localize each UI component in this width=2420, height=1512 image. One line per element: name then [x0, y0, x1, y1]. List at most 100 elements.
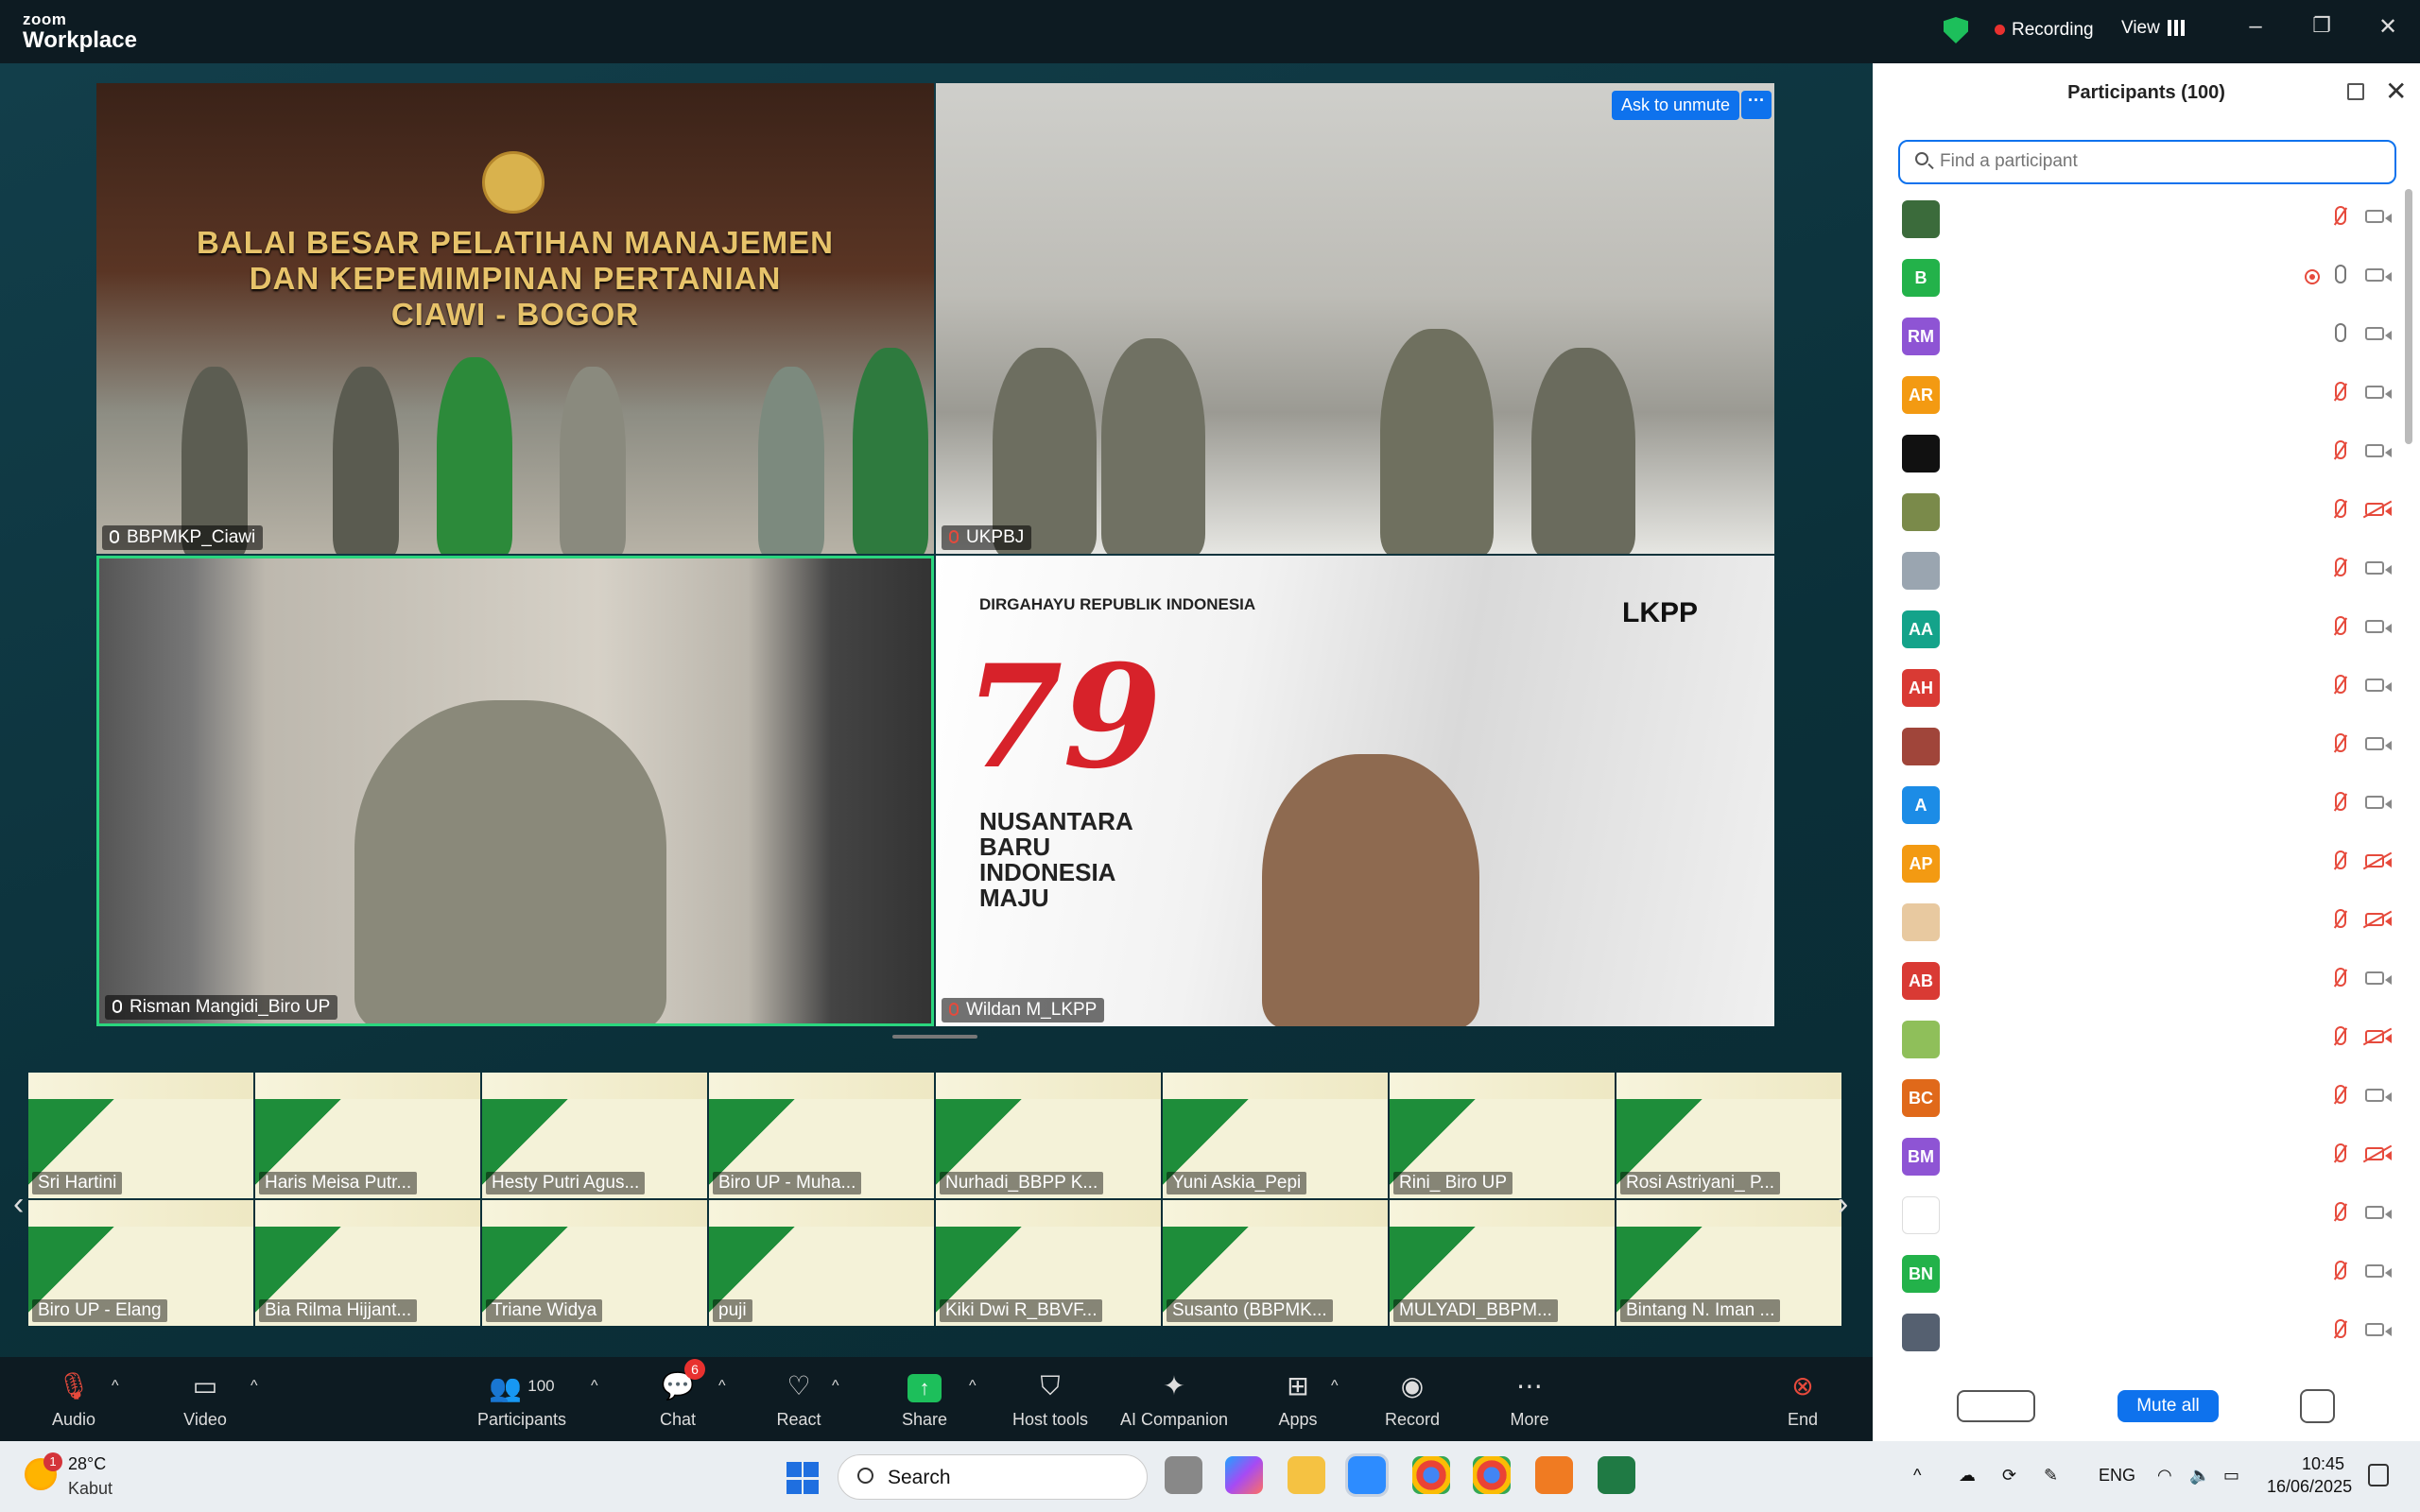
- volume-icon[interactable]: 🔈: [2189, 1466, 2210, 1486]
- muted-mic-icon[interactable]: [2335, 733, 2346, 752]
- taskbar-search[interactable]: Search: [838, 1454, 1148, 1500]
- participant-search[interactable]: [1898, 140, 2396, 184]
- thumbnail[interactable]: Kiki Dwi R_BBVF...: [936, 1200, 1161, 1326]
- participant-row[interactable]: AP Andini_BRMP Pascapanen: [1898, 833, 2396, 892]
- tray-sync-icon[interactable]: ⟳: [2002, 1466, 2016, 1486]
- video-camera-icon[interactable]: [2365, 1089, 2392, 1102]
- video-tile-ukpbj[interactable]: UKPBJ: [936, 83, 1774, 554]
- thumbnail[interactable]: Bia Rilma Hijjant...: [255, 1200, 480, 1326]
- muted-mic-icon[interactable]: [2335, 792, 2346, 811]
- share-options-chevron-icon[interactable]: ^: [969, 1378, 977, 1395]
- participant-search-input[interactable]: [1940, 151, 2375, 172]
- language-indicator[interactable]: ENG: [2099, 1466, 2135, 1486]
- gallery-prev-arrow-icon[interactable]: ‹: [13, 1186, 24, 1223]
- video-camera-icon[interactable]: [2365, 971, 2392, 985]
- more-button[interactable]: ⋯ More: [1473, 1370, 1586, 1430]
- participant-row[interactable]: RM Risman Mangidi_Biro UP: [1898, 306, 2396, 365]
- muted-mic-icon[interactable]: [2335, 850, 2346, 869]
- view-button[interactable]: View: [2121, 18, 2160, 39]
- video-off-icon[interactable]: [2365, 854, 2392, 868]
- file-explorer-icon[interactable]: [1288, 1456, 1325, 1494]
- close-window-button[interactable]: ✕: [2369, 13, 2407, 41]
- participant-row[interactable]: Aprilia Mediawaty/BRMPRB: [1898, 1009, 2396, 1068]
- maximize-button[interactable]: ❐: [2303, 13, 2341, 38]
- host-tools-button[interactable]: ⛉ Host tools: [994, 1370, 1107, 1430]
- video-off-icon[interactable]: [2365, 1147, 2392, 1160]
- muted-mic-icon[interactable]: [2335, 675, 2346, 694]
- muted-mic-icon[interactable]: [2335, 382, 2346, 401]
- video-camera-icon[interactable]: [2365, 444, 2392, 457]
- video-camera-icon[interactable]: [2365, 679, 2392, 692]
- end-button[interactable]: ⊗ End: [1746, 1370, 1859, 1430]
- wifi-icon[interactable]: ◠: [2157, 1466, 2172, 1486]
- thumbnail[interactable]: Triane Widya: [482, 1200, 707, 1326]
- video-camera-icon[interactable]: [2365, 268, 2392, 282]
- muted-mic-icon[interactable]: [2335, 1143, 2346, 1162]
- thumbnail[interactable]: Haris Meisa Putr...: [255, 1073, 480, 1198]
- battery-icon[interactable]: ▭: [2223, 1466, 2239, 1486]
- muted-mic-icon[interactable]: [2335, 1319, 2346, 1338]
- audio-options-chevron-icon[interactable]: ^: [112, 1378, 119, 1395]
- thumbnail[interactable]: Sri Hartini: [28, 1073, 253, 1198]
- thumbnail[interactable]: Biro UP - Elang: [28, 1200, 253, 1326]
- participant-row[interactable]: A Andika Eka Purbaya_Bvet Lampung: [1898, 775, 2396, 833]
- encryption-shield-icon[interactable]: [1944, 17, 1968, 43]
- resize-handle[interactable]: [892, 1035, 977, 1039]
- tray-pen-icon[interactable]: ✎: [2044, 1466, 2058, 1486]
- invite-button[interactable]: Invite: [1957, 1390, 2035, 1422]
- video-camera-icon[interactable]: [2365, 1323, 2392, 1336]
- video-tile-risman-mangidi[interactable]: Risman Mangidi_Biro UP: [96, 556, 934, 1026]
- minimize-button[interactable]: –: [2237, 13, 2274, 40]
- thumbnail[interactable]: Bintang N. Iman ...: [1616, 1200, 1841, 1326]
- react-options-chevron-icon[interactable]: ^: [832, 1378, 839, 1395]
- ai-companion-button[interactable]: ✦ AI Companion: [1117, 1370, 1231, 1430]
- thumbnail[interactable]: Biro UP - Muha...: [709, 1073, 934, 1198]
- close-panel-icon[interactable]: ✕: [2385, 76, 2407, 107]
- muted-mic-icon[interactable]: [2335, 1026, 2346, 1045]
- participant-row[interactable]: AR Abdul Rouf_BRMP-RB: [1898, 365, 2396, 423]
- video-camera-icon[interactable]: [2365, 796, 2392, 809]
- video-camera-icon[interactable]: [2365, 1264, 2392, 1278]
- participant-row[interactable]: BM BBVet Maros _drh. efraim fatra k.: [1898, 1126, 2396, 1185]
- video-camera-icon[interactable]: [2365, 737, 2392, 750]
- participant-row[interactable]: Achmad C. Muzakin_BRMP RB: [1898, 423, 2396, 482]
- video-button[interactable]: ▭ Video: [148, 1370, 262, 1430]
- participant-row[interactable]: Afik Setiawan_BRMP Aneka Kacang: [1898, 482, 2396, 541]
- participant-row[interactable]: Bia Rilma Hijjanty_BPTU HPT Sembawa: [1898, 1185, 2396, 1244]
- thumbnail[interactable]: Nurhadi_BBPP K...: [936, 1073, 1161, 1198]
- media-app-icon[interactable]: [1535, 1456, 1573, 1494]
- muted-mic-icon[interactable]: [2335, 1202, 2346, 1221]
- share-button[interactable]: ↑ Share: [868, 1370, 981, 1430]
- chrome-profile-icon[interactable]: [1473, 1456, 1511, 1494]
- participant-row[interactable]: AB Andrih BBPMKP Ciawi: [1898, 951, 2396, 1009]
- tray-overflow-chevron-icon[interactable]: ^: [1913, 1466, 1921, 1486]
- taskbar-clock[interactable]: 10:45 16/06/2025: [2267, 1452, 2352, 1498]
- participant-row[interactable]: andri yati: [1898, 892, 2396, 951]
- participant-row[interactable]: Andi Rosi_Ditjen PKH: [1898, 716, 2396, 775]
- panel-more-button[interactable]: ···: [2300, 1389, 2335, 1423]
- mic-icon[interactable]: [2335, 265, 2346, 284]
- participant-row[interactable]: BC BBPMKP CIAWI_Yuli Setiawati: [1898, 1068, 2396, 1126]
- video-camera-icon[interactable]: [2365, 210, 2392, 223]
- muted-mic-icon[interactable]: [2335, 1085, 2346, 1104]
- participant-row[interactable]: BN Bintang N. Iman BRMP PKH: [1898, 1244, 2396, 1302]
- thumbnail[interactable]: MULYADI_BBPM...: [1390, 1200, 1615, 1326]
- mic-icon[interactable]: [2335, 323, 2346, 342]
- video-camera-icon[interactable]: [2365, 561, 2392, 575]
- participants-button[interactable]: 👥 100 Participants: [465, 1370, 579, 1430]
- participant-scrollbar[interactable]: [2405, 189, 2412, 444]
- video-camera-icon[interactable]: [2365, 327, 2392, 340]
- video-tile-bbpmkp-ciawi[interactable]: BALAI BESAR PELATIHAN MANAJEMEN DAN KEPE…: [96, 83, 934, 554]
- muted-mic-icon[interactable]: [2335, 616, 2346, 635]
- tile-more-button[interactable]: ···: [1741, 91, 1772, 119]
- video-camera-icon[interactable]: [2365, 1206, 2392, 1219]
- muted-mic-icon[interactable]: [2335, 499, 2346, 518]
- thumbnail[interactable]: Hesty Putri Agus...: [482, 1073, 707, 1198]
- notification-icon[interactable]: [2368, 1464, 2389, 1486]
- muted-mic-icon[interactable]: [2335, 968, 2346, 987]
- participant-row[interactable]: AH Alriando Hidayat_BPMSPH: [1898, 658, 2396, 716]
- video-off-icon[interactable]: [2365, 503, 2392, 516]
- task-view-icon[interactable]: [1165, 1456, 1202, 1494]
- chat-button[interactable]: 💬 Chat: [621, 1370, 735, 1430]
- muted-mic-icon[interactable]: [2335, 206, 2346, 225]
